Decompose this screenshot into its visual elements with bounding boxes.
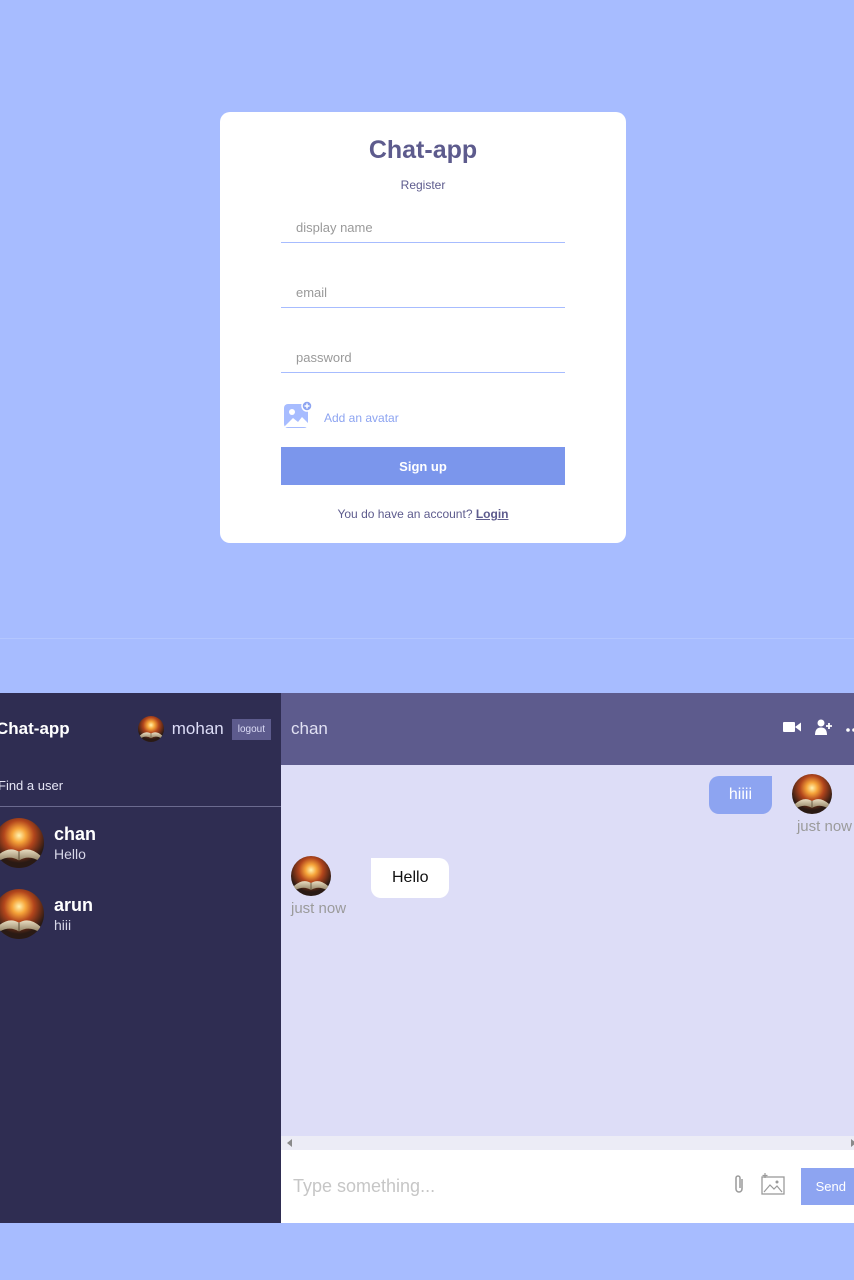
register-card: Chat-app Register Add an avatar Sign up … — [220, 112, 626, 543]
search-input[interactable] — [0, 765, 279, 806]
logout-button[interactable]: logout — [231, 718, 271, 740]
conversation-last-message: hiii — [54, 917, 72, 933]
message-avatar — [792, 774, 832, 814]
messages-area: hiiii just now Hello just now — [281, 765, 854, 1135]
avatar — [0, 889, 44, 939]
message-received: Hello just now — [281, 856, 581, 926]
conversation-name: chan — [54, 824, 97, 844]
sidebar-navbar: Chat-app mohan logout — [0, 693, 281, 765]
login-prompt: You do have an account? Login — [220, 507, 626, 521]
send-button[interactable]: Send — [800, 1168, 854, 1205]
send-tools: Send — [733, 1168, 854, 1205]
add-avatar-label: Add an avatar — [324, 410, 399, 425]
more-icon[interactable] — [846, 720, 854, 738]
app-logo: Chat-app — [0, 719, 70, 738]
conversation-item[interactable]: chan Hello — [0, 808, 281, 878]
avatar — [0, 818, 44, 868]
register-subtitle: Register — [400, 178, 446, 192]
attach-icon[interactable] — [733, 1173, 745, 1200]
chat-title: chan — [291, 719, 328, 738]
message-avatar — [291, 856, 331, 896]
screenshot-divider — [0, 638, 854, 639]
message-time: just now — [796, 818, 852, 835]
login-link[interactable]: Login — [476, 507, 509, 521]
chat-panel: chan hiiii just now Hello just now Type … — [281, 693, 854, 1223]
conversation-name: arun — [54, 895, 94, 915]
email-field[interactable] — [281, 278, 565, 308]
current-user: mohan logout — [137, 716, 271, 742]
conversation-last-message: Hello — [54, 846, 86, 862]
video-camera-icon[interactable] — [783, 720, 801, 738]
conversation-info: chan Hello — [54, 824, 96, 862]
horizontal-scrollbar[interactable] — [281, 1136, 854, 1150]
user-search — [0, 765, 281, 807]
chat-actions — [783, 719, 854, 740]
chat-app: Chat-app mohan logout chan Hello arun hi… — [0, 693, 854, 1223]
sign-up-button[interactable]: Sign up — [281, 447, 565, 485]
register-logo: Chat-app — [368, 136, 478, 164]
chat-header: chan — [281, 693, 854, 765]
message-input-bar: Send — [281, 1150, 854, 1223]
add-user-icon[interactable] — [815, 719, 832, 740]
image-upload-icon[interactable] — [760, 1173, 785, 1200]
current-user-name: mohan — [171, 719, 224, 738]
message-bubble: Hello — [371, 858, 450, 898]
add-image-icon — [283, 400, 313, 435]
display-name-field[interactable] — [281, 213, 565, 243]
message-input[interactable] — [281, 1166, 733, 1207]
scroll-left-icon[interactable] — [287, 1139, 292, 1147]
user-avatar — [137, 716, 164, 742]
conversation-info: arun hiii — [54, 895, 93, 933]
conversation-item[interactable]: arun hiii — [0, 879, 281, 949]
message-bubble: hiiii — [708, 776, 772, 814]
message-time: just now — [291, 900, 347, 917]
message-owner: hiiii just now — [554, 774, 854, 844]
add-avatar-button[interactable]: Add an avatar — [283, 400, 399, 435]
password-field[interactable] — [281, 343, 565, 373]
login-prompt-text: You do have an account? — [337, 507, 473, 521]
sidebar: Chat-app mohan logout chan Hello arun hi… — [0, 693, 281, 1223]
